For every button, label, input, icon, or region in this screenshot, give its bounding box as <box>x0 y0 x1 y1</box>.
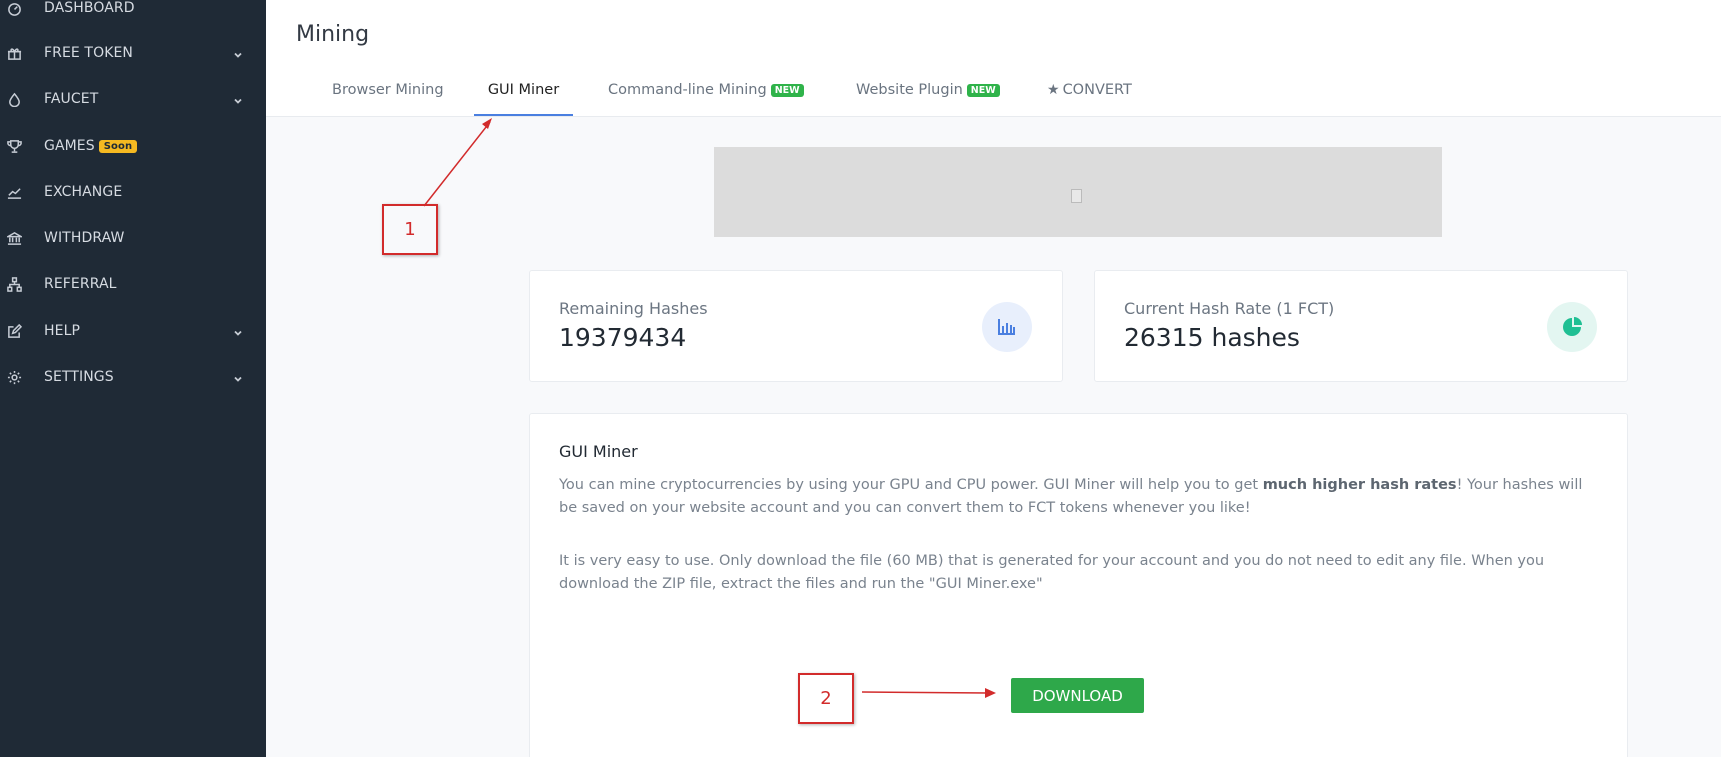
sidebar-item-label: FREE TOKEN <box>44 45 133 61</box>
droplet-icon <box>6 91 22 107</box>
description-paragraph: You can mine cryptocurrencies by using y… <box>559 477 1583 516</box>
bar-chart-icon <box>982 302 1032 352</box>
pie-chart-icon <box>1547 302 1597 352</box>
gift-icon <box>6 45 22 61</box>
sidebar-item-label: DASHBOARD <box>44 0 135 16</box>
dashboard-icon <box>6 0 22 16</box>
tab-convert[interactable]: ★ CONVERT <box>1047 82 1147 116</box>
new-badge: NEW <box>770 84 804 97</box>
tab-gui-miner[interactable]: GUI Miner <box>474 82 573 116</box>
sidebar-item-label: SETTINGS <box>44 369 114 385</box>
sidebar-item-settings[interactable]: SETTINGS <box>0 357 266 397</box>
remaining-hashes-label: Remaining Hashes <box>559 299 708 318</box>
sidebar-item-label: EXCHANGE <box>44 184 123 200</box>
soon-badge: Soon <box>98 140 138 153</box>
tab-browser-mining[interactable]: Browser Mining <box>332 82 444 116</box>
remaining-hashes-card: Remaining Hashes 19379434 <box>529 270 1063 382</box>
edit-icon <box>6 323 22 339</box>
chevron-down-icon <box>233 326 243 336</box>
star-icon: ★ <box>1047 82 1060 98</box>
hash-rate-label: Current Hash Rate (1 FCT) <box>1124 299 1335 318</box>
broken-image-icon <box>1071 189 1082 203</box>
sidebar-item-help[interactable]: HELP <box>0 311 266 351</box>
sidebar: DASHBOARD FREE TOKEN FAUCET GAMES Soon EX… <box>0 0 266 757</box>
sidebar-item-withdraw[interactable]: WITHDRAW <box>0 218 266 258</box>
gear-icon <box>6 369 22 385</box>
annotation-box-2: 2 <box>798 673 854 724</box>
ad-placeholder <box>714 147 1442 237</box>
hash-rate-value: 26315 hashes <box>1124 323 1300 352</box>
new-badge: NEW <box>966 84 1000 97</box>
remaining-hashes-value: 19379434 <box>559 323 687 352</box>
chevron-down-icon <box>233 372 243 382</box>
chevron-down-icon <box>233 94 243 104</box>
sidebar-item-games[interactable]: GAMES Soon <box>0 126 266 166</box>
download-button[interactable]: DOWNLOAD <box>1011 678 1144 713</box>
hash-rate-card: Current Hash Rate (1 FCT) 26315 hashes <box>1094 270 1628 382</box>
annotation-arrowhead-1 <box>482 118 492 129</box>
chevron-down-icon <box>233 48 243 58</box>
sidebar-item-label: REFERRAL <box>44 276 117 292</box>
chart-line-icon <box>6 184 22 200</box>
sidebar-item-label: FAUCET <box>44 91 99 107</box>
sidebar-item-referral[interactable]: REFERRAL <box>0 264 266 304</box>
page-title: Mining <box>296 22 370 47</box>
sidebar-item-label: WITHDRAW <box>44 230 125 246</box>
sitemap-icon <box>6 276 22 292</box>
sidebar-item-label: GAMES Soon <box>44 138 138 154</box>
sidebar-item-dashboard[interactable]: DASHBOARD <box>0 0 266 28</box>
section-title: GUI Miner <box>559 442 638 461</box>
trophy-icon <box>6 138 22 154</box>
sidebar-item-faucet[interactable]: FAUCET <box>0 79 266 119</box>
tab-website-plugin[interactable]: Website Plugin NEW <box>856 82 1006 116</box>
sidebar-item-free-token[interactable]: FREE TOKEN <box>0 33 266 73</box>
annotation-arrow-1 <box>423 121 491 207</box>
sidebar-item-exchange[interactable]: EXCHANGE <box>0 172 266 212</box>
annotation-box-1: 1 <box>382 204 438 255</box>
bank-icon <box>6 230 22 246</box>
tab-command-line-mining[interactable]: Command-line Mining NEW <box>608 82 808 116</box>
sidebar-item-label: HELP <box>44 323 81 339</box>
instructions-paragraph: It is very easy to use. Only download th… <box>559 553 1545 592</box>
